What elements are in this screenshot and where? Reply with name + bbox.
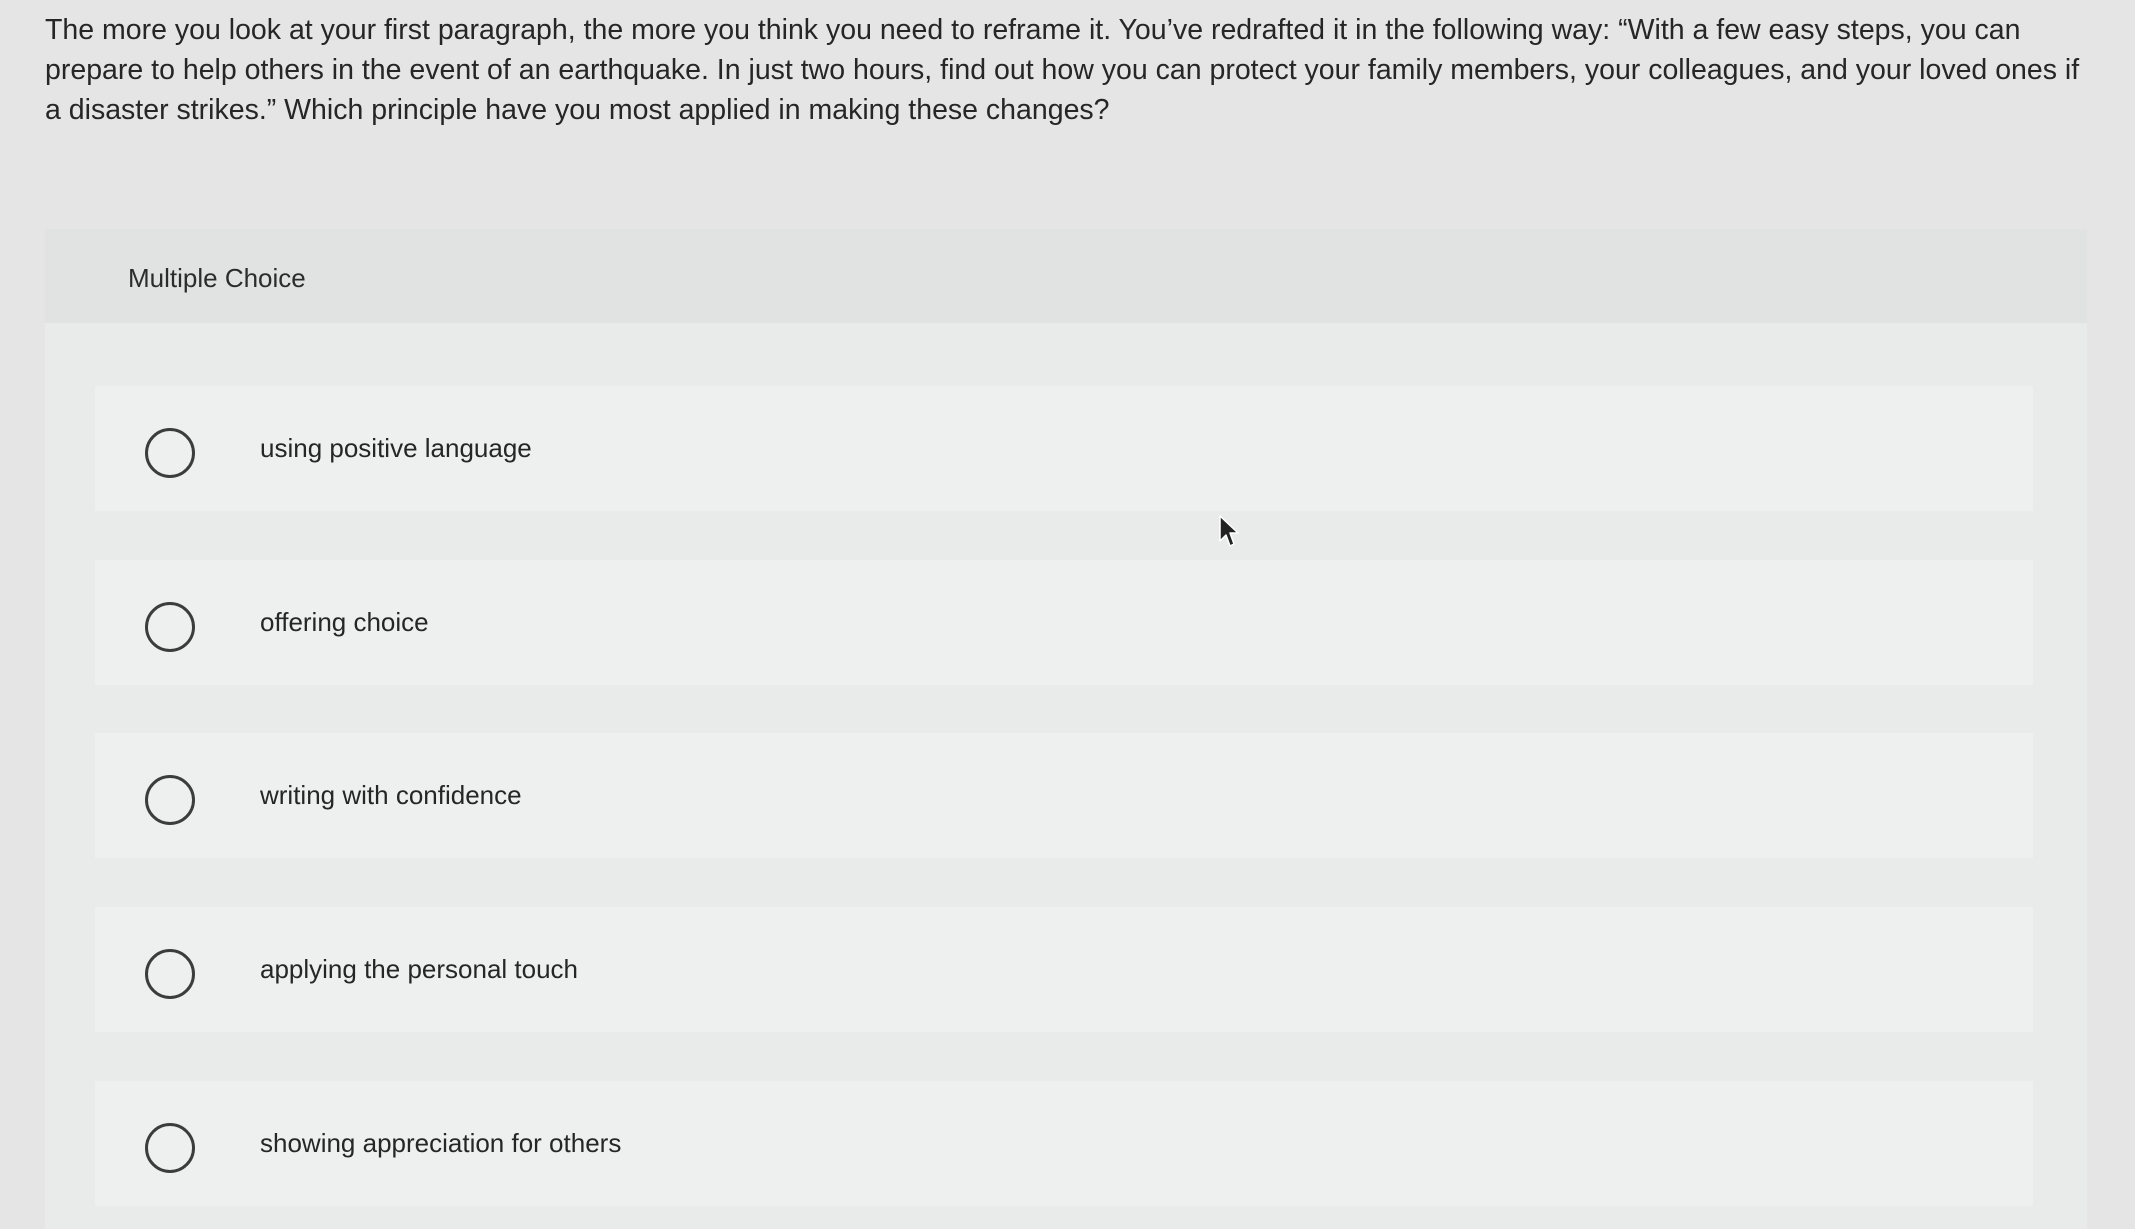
multiple-choice-panel: Multiple Choice using positive language … xyxy=(45,229,2087,1229)
answer-option-3[interactable]: writing with confidence xyxy=(95,733,2033,858)
answer-option-label: writing with confidence xyxy=(260,780,522,810)
radio-unselected-icon[interactable] xyxy=(145,602,195,652)
answer-option-4[interactable]: applying the personal touch xyxy=(95,907,2033,1032)
radio-unselected-icon[interactable] xyxy=(145,1123,195,1173)
answer-option-2[interactable]: offering choice xyxy=(95,560,2033,685)
question-text: The more you look at your first paragrap… xyxy=(45,14,2080,126)
answer-option-label: offering choice xyxy=(260,607,429,637)
answer-option-label: using positive language xyxy=(260,433,532,463)
answer-option-5[interactable]: showing appreciation for others xyxy=(95,1081,2033,1206)
answer-option-label: showing appreciation for others xyxy=(260,1128,622,1158)
answer-option-1[interactable]: using positive language xyxy=(95,386,2033,511)
radio-unselected-icon[interactable] xyxy=(145,428,195,478)
mouse-pointer-icon xyxy=(1219,515,1239,547)
radio-unselected-icon[interactable] xyxy=(145,949,195,999)
answer-option-label: applying the personal touch xyxy=(260,954,579,984)
radio-unselected-icon[interactable] xyxy=(145,775,195,825)
panel-header: Multiple Choice xyxy=(45,229,2087,323)
question-type-label: Multiple Choice xyxy=(128,263,306,293)
